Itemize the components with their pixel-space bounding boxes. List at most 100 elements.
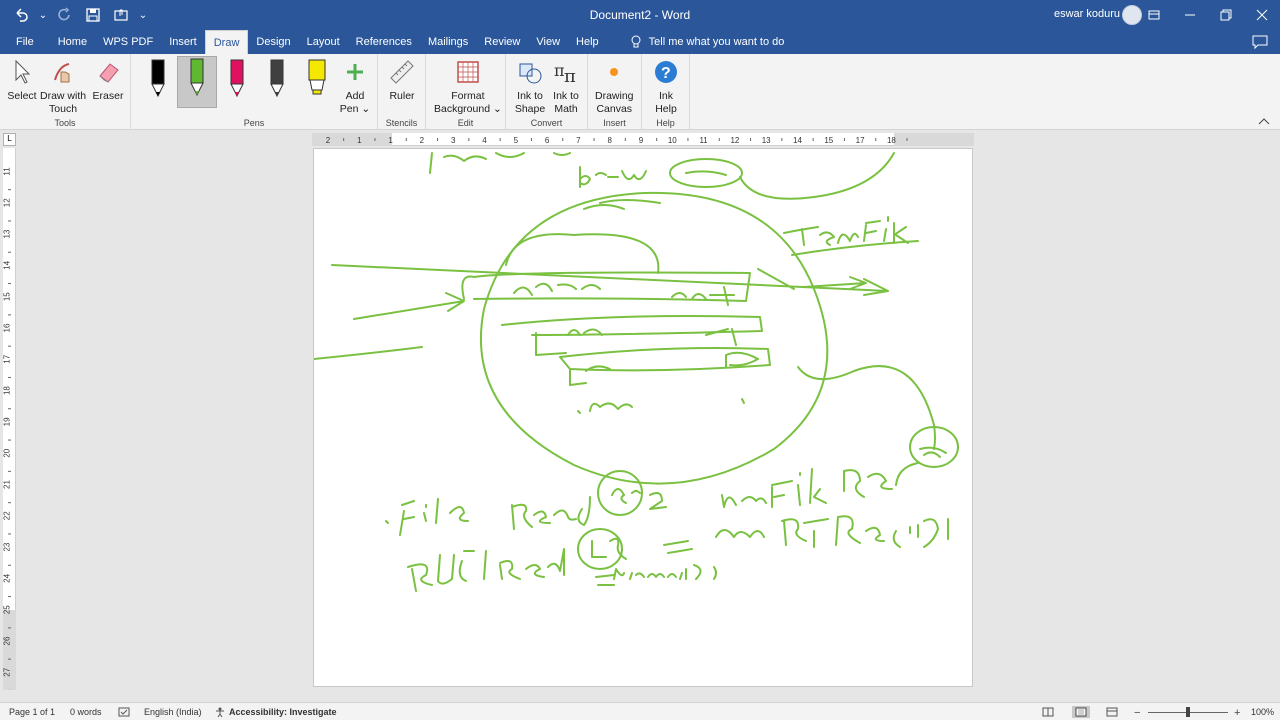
ink-stroke-top-text bbox=[429, 152, 571, 174]
convert-group: Ink to Shape ππ Ink to Math Convert bbox=[506, 54, 588, 130]
word-count[interactable]: 0 words bbox=[70, 707, 102, 717]
redo-icon bbox=[58, 7, 70, 21]
tab-file[interactable]: File bbox=[0, 30, 50, 54]
customize-qat-button[interactable]: ⌄ bbox=[138, 4, 148, 26]
tab-review[interactable]: Review bbox=[476, 30, 528, 54]
tab-selector[interactable]: L bbox=[3, 133, 16, 146]
zoom-level[interactable]: 100% bbox=[1251, 707, 1274, 717]
ruler-label: 13 bbox=[3, 229, 12, 238]
help-group: ? Ink Help Help bbox=[642, 54, 690, 130]
ink-to-shape-icon bbox=[519, 63, 542, 84]
zoom-in-button[interactable]: + bbox=[1234, 707, 1240, 719]
tab-insert[interactable]: Insert bbox=[161, 30, 205, 54]
pen-black[interactable] bbox=[141, 58, 175, 106]
vertical-ruler-ticks: 11 12 13 14 15 16 17 18 19 20 21 22 23 24 25 26 27 bbox=[3, 167, 12, 690]
ruler-label: 12 bbox=[730, 136, 739, 145]
language[interactable]: English (India) bbox=[144, 707, 202, 717]
ruler-button[interactable]: Ruler bbox=[386, 56, 418, 103]
drawing-canvas-button[interactable]: Drawing Canvas bbox=[595, 56, 634, 116]
tab-layout[interactable]: Layout bbox=[299, 30, 348, 54]
accessibility-icon[interactable] bbox=[214, 706, 226, 718]
tab-references[interactable]: References bbox=[348, 30, 420, 54]
ink-stroke-small-top bbox=[583, 199, 661, 210]
ink-fr-text bbox=[611, 488, 667, 510]
ink-file-read bbox=[385, 496, 591, 536]
touch-mode-button[interactable] bbox=[110, 4, 132, 26]
focus-mode-icon[interactable] bbox=[1042, 706, 1054, 718]
pen-green-selected[interactable] bbox=[177, 56, 217, 108]
minimize-button[interactable] bbox=[1172, 0, 1208, 30]
select-button[interactable]: Select bbox=[6, 56, 38, 103]
proofing-icon[interactable] bbox=[118, 706, 130, 718]
print-layout-icon[interactable] bbox=[1072, 706, 1090, 718]
ruler-label: 26 bbox=[3, 636, 12, 645]
stencils-group-label: Stencils bbox=[385, 118, 418, 128]
zoom-slider-thumb[interactable] bbox=[1186, 707, 1190, 717]
status-bar: Page 1 of 1 0 words English (India) Acce… bbox=[0, 702, 1280, 720]
pen-pink-icon bbox=[230, 59, 244, 98]
ruler-label: 13 bbox=[762, 136, 771, 145]
save-icon bbox=[86, 8, 100, 22]
eraser-button[interactable]: Eraser bbox=[92, 56, 124, 103]
add-pen-button[interactable]: Add Pen ⌄ bbox=[339, 56, 371, 116]
document-page[interactable] bbox=[313, 148, 973, 687]
ruler-label: 23 bbox=[3, 542, 12, 551]
tools-group-label: Tools bbox=[54, 118, 76, 128]
edit-group-label: Edit bbox=[457, 118, 474, 128]
zoom-out-button[interactable]: − bbox=[1134, 707, 1140, 719]
title-bar: ⌄ ⌄ Document2 - Word eswar koduru bbox=[0, 0, 1280, 30]
draw-touch-icon bbox=[54, 63, 70, 83]
select-arrow-icon bbox=[15, 59, 31, 84]
ink-small-label bbox=[577, 402, 633, 414]
restore-button[interactable] bbox=[1208, 0, 1244, 30]
undo-button[interactable] bbox=[10, 4, 32, 26]
tab-wps-pdf[interactable]: WPS PDF bbox=[95, 30, 161, 54]
undo-dropdown[interactable]: ⌄ bbox=[38, 4, 48, 26]
ruler-label: 20 bbox=[3, 448, 12, 457]
web-layout-icon[interactable] bbox=[1106, 706, 1118, 718]
ruler-label: 1 bbox=[388, 136, 393, 145]
horizontal-ruler[interactable]: 2 1 1 2 3 4 5 6 7 8 9 10 11 12 13 14 15 17 18 bbox=[312, 133, 974, 146]
svg-text:?: ? bbox=[661, 65, 671, 82]
ink-to-math-button[interactable]: ππ Ink to Math bbox=[550, 56, 582, 116]
comments-icon[interactable] bbox=[1252, 34, 1268, 50]
highlighter-yellow[interactable] bbox=[300, 58, 334, 106]
tell-me-text: Tell me what you want to do bbox=[648, 36, 785, 48]
format-background-button[interactable]: Format Background ⌄ bbox=[434, 56, 502, 116]
accessibility-status[interactable]: Accessibility: Investigate bbox=[229, 707, 337, 717]
save-button[interactable] bbox=[82, 4, 104, 26]
ink-drawing[interactable] bbox=[314, 149, 973, 687]
ink-help-button[interactable]: ? Ink Help bbox=[650, 56, 682, 116]
help-icon: ? bbox=[655, 61, 677, 83]
ruler-label: 11 bbox=[699, 136, 708, 145]
tab-mailings[interactable]: Mailings bbox=[420, 30, 476, 54]
ruler-label: 2 bbox=[326, 136, 331, 145]
ruler-label: 27 bbox=[3, 667, 12, 676]
tab-help[interactable]: Help bbox=[568, 30, 607, 54]
pencil-gray[interactable] bbox=[260, 58, 294, 106]
minimize-icon bbox=[1185, 14, 1195, 16]
page-count[interactable]: Page 1 of 1 bbox=[9, 707, 55, 717]
ruler-label: 15 bbox=[3, 292, 12, 301]
ribbon-display-options-button[interactable] bbox=[1136, 0, 1172, 30]
ruler-label: 11 bbox=[3, 167, 12, 176]
collapse-ribbon-icon[interactable] bbox=[1258, 117, 1270, 125]
format-background-icon bbox=[457, 61, 479, 83]
tab-draw[interactable]: Draw bbox=[204, 30, 249, 54]
edit-group: Format Background ⌄ Edit bbox=[426, 54, 506, 130]
redo-button[interactable] bbox=[54, 4, 76, 26]
pen-pink[interactable] bbox=[220, 58, 254, 106]
tell-me-search[interactable]: Tell me what you want to do bbox=[629, 30, 785, 54]
restore-icon bbox=[1220, 9, 1232, 21]
lightbulb-icon bbox=[631, 35, 641, 48]
tab-home[interactable]: Home bbox=[50, 30, 95, 54]
close-button[interactable] bbox=[1244, 0, 1280, 30]
vertical-ruler[interactable]: 11 12 13 14 15 16 17 18 19 20 21 22 23 24 25 26 27 bbox=[3, 148, 16, 690]
ribbon-display-icon bbox=[1148, 10, 1160, 20]
tab-design[interactable]: Design bbox=[248, 30, 298, 54]
ink-to-shape-button[interactable]: Ink to Shape bbox=[514, 56, 546, 116]
tab-view[interactable]: View bbox=[528, 30, 568, 54]
draw-with-touch-button[interactable]: Draw with Touch bbox=[40, 56, 86, 116]
quick-access-toolbar: ⌄ ⌄ bbox=[10, 0, 148, 30]
user-name[interactable]: eswar koduru bbox=[1054, 8, 1120, 20]
